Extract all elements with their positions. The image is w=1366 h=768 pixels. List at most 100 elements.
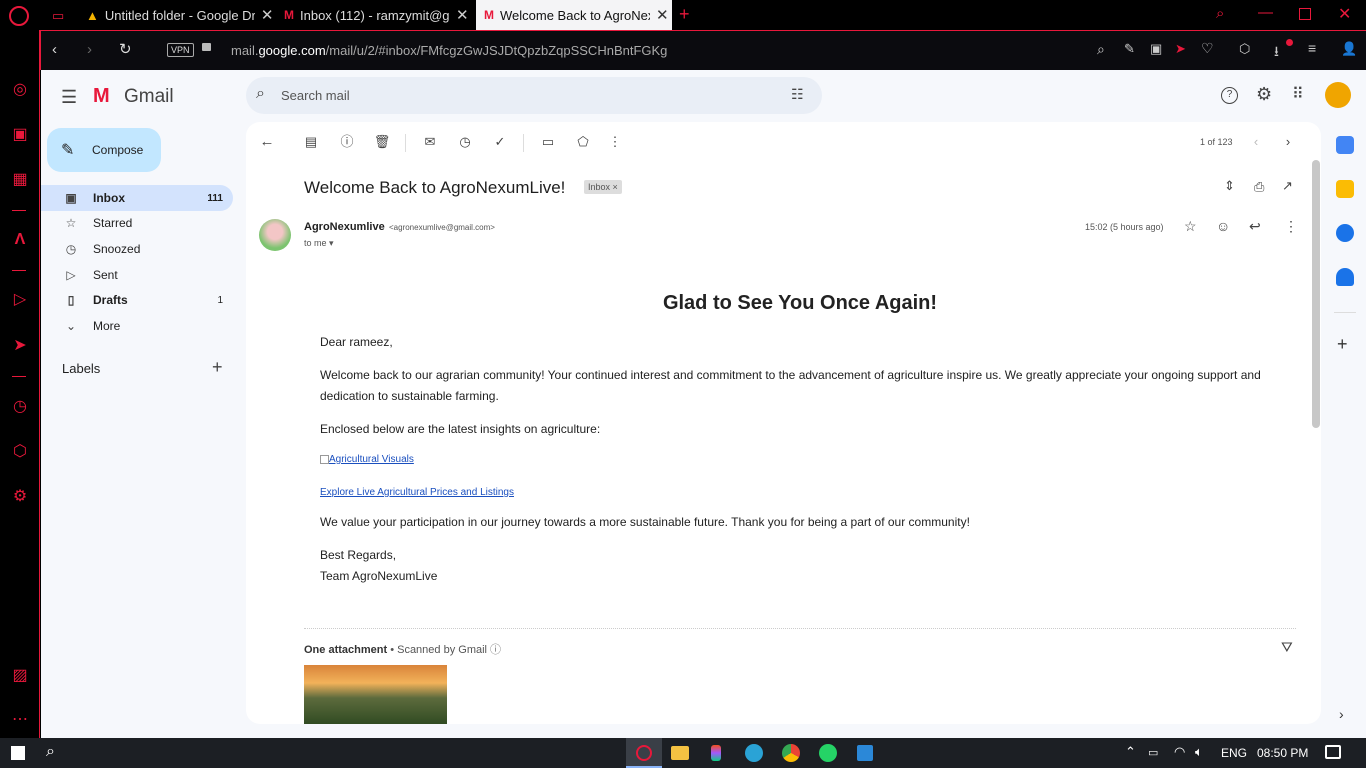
emoji-icon[interactable]: ☺ [1216,218,1230,234]
gamepad-icon[interactable]: ▭ [52,8,64,24]
new-tab-button[interactable]: + [679,4,690,25]
search-options-icon[interactable]: ☷ [791,86,804,103]
add-to-drive-icon[interactable]: ⛛ [1281,639,1293,656]
search-tabs-icon[interactable]: ⌕ [1216,5,1224,22]
reply-icon[interactable]: ↩ [1249,218,1261,235]
heart-icon[interactable]: ♡ [1201,40,1214,57]
briefcase-icon[interactable]: ▣ [10,125,30,145]
tab-welcome-back[interactable]: M Welcome Back to AgroNexu ✕ [476,0,672,30]
forward-icon[interactable]: › [87,41,92,58]
help-icon[interactable]: ? [1221,87,1238,104]
search-bar[interactable]: ⌕ Search mail ☷ [246,77,822,114]
broken-image[interactable]: Agricultural Visuals [320,454,414,465]
volume-icon[interactable]: 🔈︎ [1195,744,1203,760]
battery-icon[interactable]: ▭ [1148,746,1158,759]
open-new-window-icon[interactable]: ↗ [1282,178,1293,194]
send-page-icon[interactable]: ➤ [1175,41,1186,57]
nav-drafts[interactable]: ▯ Drafts 1 [41,287,233,313]
figma-icon[interactable] [711,745,721,761]
share-icon[interactable]: ✎ [1124,41,1135,57]
more-options-icon[interactable]: ⋮ [1284,218,1298,235]
close-icon[interactable]: ✕ [456,6,469,24]
clock[interactable]: 08:50 PM [1257,746,1308,760]
whatsapp-icon[interactable] [819,744,837,762]
close-window-button[interactable]: ✕ [1338,4,1351,24]
show-side-panel-icon[interactable]: › [1339,706,1344,722]
extensions-icon[interactable]: ⬡ [1239,41,1250,57]
url-text[interactable]: mail.google.com/mail/u/2/#inbox/FMfcgzGw… [231,43,667,58]
avatar[interactable] [1325,82,1351,108]
main-menu-icon[interactable]: ☰ [61,87,77,108]
older-icon[interactable]: › [1278,132,1298,152]
apps-grid-icon[interactable]: ⠿ [1292,84,1304,104]
vpn-badge[interactable]: VPN [167,43,194,57]
calendar-icon[interactable] [1336,136,1354,154]
opera-taskbar-icon[interactable] [626,738,662,768]
reload-icon[interactable]: ↻ [119,40,132,58]
info-icon[interactable]: ⓘ [490,644,501,656]
settings-icon[interactable]: ⚙ [10,487,30,507]
mark-unread-icon[interactable]: ✉ [420,132,440,152]
close-icon[interactable]: ✕ [656,6,669,24]
cube-icon[interactable]: ⬡ [10,442,30,462]
more-icon[interactable]: ⋯ [10,710,30,730]
archive-icon[interactable]: ▤ [301,132,321,152]
recipient-line[interactable]: to me ▾ [304,238,334,249]
label-icon[interactable]: ⬠ [573,132,593,152]
windows-start-icon[interactable] [11,746,25,760]
remove-label-icon[interactable]: × [613,182,618,192]
nav-snoozed[interactable]: ◷ Snoozed [41,236,233,262]
notifications-icon[interactable] [1325,745,1341,759]
search-icon[interactable]: ⌕ [1097,41,1105,58]
speed-dial-icon[interactable]: ◎ [10,80,30,100]
aria-icon[interactable]: Λ [10,230,30,250]
gmail-logo-icon[interactable]: M [93,86,119,106]
snooze-icon[interactable]: ◷ [455,132,475,152]
tab-inbox[interactable]: M Inbox (112) - ramzymit@gm ✕ [276,0,474,30]
player-icon[interactable]: ▷ [10,290,30,310]
file-explorer-icon[interactable] [671,746,689,760]
photos-icon[interactable] [857,745,873,761]
keep-icon[interactable] [1336,180,1354,198]
chrome-icon[interactable] [782,744,800,762]
tab-google-drive[interactable]: ▲ Untitled folder - Google Dr ✕ [78,0,274,30]
print-icon[interactable]: ⎙ [1254,179,1264,195]
wifi-icon[interactable]: ◠ [1174,744,1185,760]
more-options-icon[interactable]: ⋮ [605,132,625,152]
delete-icon[interactable]: 🗑 [372,132,392,152]
nav-sent[interactable]: ▷ Sent [41,262,233,288]
tasks-icon[interactable] [1336,224,1354,242]
ai-chip-icon[interactable]: ▦ [10,170,30,190]
chevron-up-icon[interactable]: ⌃ [1125,744,1136,760]
prices-link[interactable]: Explore Live Agricultural Prices and Lis… [320,487,514,498]
nav-more[interactable]: ⌄ More [41,313,233,339]
profile-icon[interactable]: 👤 [1341,41,1357,57]
back-to-inbox-icon[interactable]: ← [257,132,277,152]
newer-icon[interactable]: ‹ [1246,132,1266,152]
add-label-icon[interactable]: + [212,357,223,378]
opera-logo-icon[interactable] [9,6,29,26]
scrollbar-thumb[interactable] [1312,160,1320,428]
contacts-icon[interactable] [1336,268,1354,286]
move-to-icon[interactable]: ▭ [538,132,558,152]
nav-starred[interactable]: ☆ Starred [41,210,233,236]
search-icon[interactable]: ⌕ [256,85,265,103]
back-icon[interactable]: ‹ [52,41,57,58]
image-icon[interactable]: ▨ [10,666,30,686]
settings-icon[interactable]: ⚙ [1256,84,1272,105]
edge-icon[interactable] [745,744,763,762]
expand-all-icon[interactable]: ⇕ [1224,178,1235,194]
label-chip[interactable]: Inbox × [584,180,622,194]
nav-inbox[interactable]: ▣ Inbox 111 [41,185,233,211]
close-icon[interactable]: ✕ [261,6,274,24]
maximize-button[interactable] [1299,8,1311,20]
camera-icon[interactable]: ▣ [1150,41,1162,57]
download-icon[interactable]: ⭳ [1274,41,1279,65]
send-icon[interactable]: ➤ [10,336,30,356]
add-addon-icon[interactable]: + [1337,334,1348,355]
search-icon[interactable]: ⌕ [46,743,55,761]
language-indicator[interactable]: ENG [1221,746,1247,760]
report-spam-icon[interactable]: ⓘ [337,132,357,152]
easy-setup-icon[interactable]: ≡ [1308,40,1316,56]
compose-button[interactable]: ✎ Compose [47,128,161,172]
